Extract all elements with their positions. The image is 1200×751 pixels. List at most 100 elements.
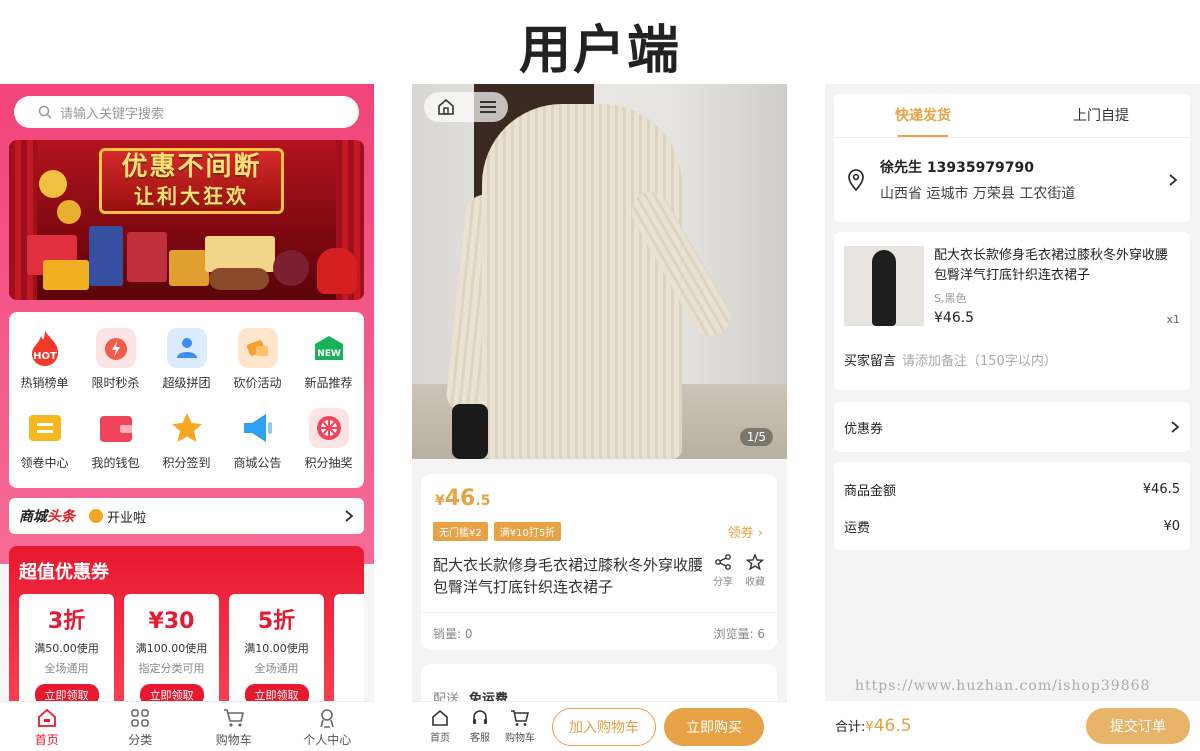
svg-text:HOT: HOT [33, 351, 57, 362]
star-icon [166, 408, 207, 448]
product-screen: 1/5 ¥46.5 无门槛¥2 满¥10打5折 领券 › 配大衣长款修身毛衣裙过… [412, 84, 787, 751]
nav-pill [424, 92, 508, 122]
grid-item-new[interactable]: NEW 新品推荐 [293, 328, 364, 391]
cart-button[interactable]: 购物车 [500, 709, 540, 744]
tab-cart[interactable]: 购物车 [187, 702, 281, 751]
coupon-value: 5折 [257, 609, 296, 634]
group-buy-icon [166, 328, 207, 368]
banner-line2: 让利大狂欢 [134, 184, 249, 208]
image-pager: 1/5 [739, 428, 773, 446]
grid-item-label: 积分签到 [162, 456, 211, 470]
grid-item-announcement[interactable]: 商城公告 [222, 408, 293, 471]
grid-item-wallet[interactable]: 我的钱包 [80, 408, 151, 471]
grid-item-group-buy[interactable]: 超级拼团 [151, 328, 222, 391]
order-item-thumbnail [844, 246, 924, 326]
goods-amount: ¥46.5 [1142, 482, 1180, 497]
buyer-message-field[interactable]: 买家留言 请添加备注（150字以内） [834, 326, 1190, 385]
chevron-right-icon [1171, 421, 1180, 433]
tab-label: 分类 [128, 733, 153, 747]
home-icon[interactable] [437, 98, 455, 116]
coupon-card: 5折 满10.00使用 全场通用 立即领取 [229, 594, 324, 706]
tab-express-delivery[interactable]: 快递发货 [834, 94, 1012, 137]
hot-icon: HOT [24, 328, 65, 368]
product-action-bar: 首页 客服 购物车 加入购物车 立即购买 [412, 701, 787, 751]
coupon-value: 3折 [47, 609, 86, 634]
service-label: 客服 [470, 733, 490, 744]
coupon-condition: 满100.00使用 [135, 642, 208, 655]
address-row[interactable]: 徐先生 13935979790 山西省 运城市 万荣县 工农街道 [834, 138, 1190, 222]
tab-category[interactable]: 分类 [94, 702, 188, 751]
coupon-scope: 全场通用 [254, 662, 299, 675]
share-button[interactable]: 分享 [713, 554, 733, 588]
checkout-screen: 快递发货 上门自提 徐先生 13935979790 山西省 运城市 万荣县 工农… [825, 84, 1200, 751]
price-int: 46 [444, 486, 476, 511]
star-outline-icon [745, 553, 765, 571]
category-icon [131, 709, 149, 727]
coupon-card: 3折 满50.00使用 全场通用 立即领取 [19, 594, 114, 706]
grid-item-label: 热销榜单 [20, 376, 69, 390]
grid-item-label: 限时秒杀 [91, 376, 140, 390]
coupon-row[interactable]: 优惠券 [834, 402, 1190, 452]
news-ticker[interactable]: 商城头条 开业啦 [9, 498, 364, 534]
banner-sign: 优惠不间断 让利大狂欢 [99, 148, 284, 214]
menu-icon[interactable] [479, 100, 496, 114]
price-symbol: ¥ [435, 493, 445, 509]
share-label: 分享 [713, 577, 733, 588]
add-to-cart-button[interactable]: 加入购物车 [552, 707, 656, 746]
svg-text:NEW: NEW [317, 349, 341, 359]
news-text: 开业啦 [107, 510, 147, 526]
grid-item-bargain[interactable]: 砍价活动 [222, 328, 293, 391]
coupon-card-partial [334, 594, 364, 706]
buyer-message-label: 买家留言 [844, 354, 897, 369]
view-count: 浏览量: 6 [713, 627, 766, 641]
coupon-section-title: 超值优惠券 [19, 562, 109, 583]
home-tabbar: 首页 分类 购物车 个人中心 [0, 701, 374, 751]
favorite-button[interactable]: 收藏 [745, 553, 765, 588]
chevron-right-icon [1169, 174, 1178, 186]
promo-banner[interactable]: 优惠不间断 让利大狂欢 [9, 140, 364, 300]
wallet-icon [95, 408, 136, 448]
order-item-card: 配大衣长款修身毛衣裙过膝秋冬外穿收腰包臀洋气打底针织连衣裙子 S,黑色 ¥46.… [834, 232, 1190, 390]
tab-label: 购物车 [215, 733, 252, 747]
customer-service-button[interactable]: 客服 [460, 709, 500, 744]
home-button[interactable]: 首页 [420, 709, 460, 744]
home-label: 首页 [430, 733, 450, 744]
news-dot-icon [89, 509, 103, 523]
goods-amount-label: 商品金额 [844, 484, 897, 499]
grid-item-flash-sale[interactable]: 限时秒杀 [80, 328, 151, 391]
grid-item-points-checkin[interactable]: 积分签到 [151, 408, 222, 471]
tab-self-pickup[interactable]: 上门自提 [1012, 94, 1190, 137]
coupon-scope: 指定分类可用 [138, 662, 205, 675]
coupon-value: ¥30 [148, 609, 195, 634]
tab-home[interactable]: 首页 [0, 702, 94, 751]
search-input[interactable]: 请输入关键字搜索 [14, 96, 359, 128]
grid-item-lottery[interactable]: 积分抽奖 [293, 408, 364, 471]
grid-item-hot-list[interactable]: HOT 热销榜单 [9, 328, 80, 391]
submit-order-button[interactable]: 提交订单 [1086, 708, 1190, 744]
coupon-condition: 满10.00使用 [244, 642, 309, 655]
cart-icon [511, 710, 529, 726]
news-logo: 商城头条 [19, 506, 75, 526]
bargain-icon [237, 328, 278, 368]
amount-card: 商品金额 ¥46.5 运费 ¥0 [834, 462, 1190, 550]
get-coupon-link[interactable]: 领券 › [728, 522, 763, 541]
user-icon [320, 709, 335, 728]
news-logo-b: 头条 [47, 509, 75, 525]
product-name: 配大衣长款修身毛衣裙过膝秋冬外穿收腰包臀洋气打底针织连衣裙子 [433, 556, 704, 596]
location-pin-icon [848, 169, 864, 191]
shipping-label: 运费 [844, 521, 871, 536]
home-icon [432, 709, 448, 726]
product-image[interactable] [412, 84, 787, 459]
buy-now-button[interactable]: 立即购买 [664, 707, 764, 746]
search-placeholder: 请输入关键字搜索 [60, 106, 165, 122]
flash-sale-icon [95, 328, 136, 368]
tab-profile[interactable]: 个人中心 [281, 702, 375, 751]
banner-line1: 优惠不间断 [121, 152, 262, 182]
chevron-right-icon: › [757, 526, 763, 541]
search-icon [38, 105, 52, 119]
grid-item-label: 领卷中心 [20, 456, 69, 470]
coupon-scope: 全场通用 [44, 662, 89, 675]
grid-item-label: 积分抽奖 [304, 456, 353, 470]
grid-item-coupon-center[interactable]: 领卷中心 [9, 408, 80, 471]
coupon-label: 优惠券 [844, 421, 884, 437]
